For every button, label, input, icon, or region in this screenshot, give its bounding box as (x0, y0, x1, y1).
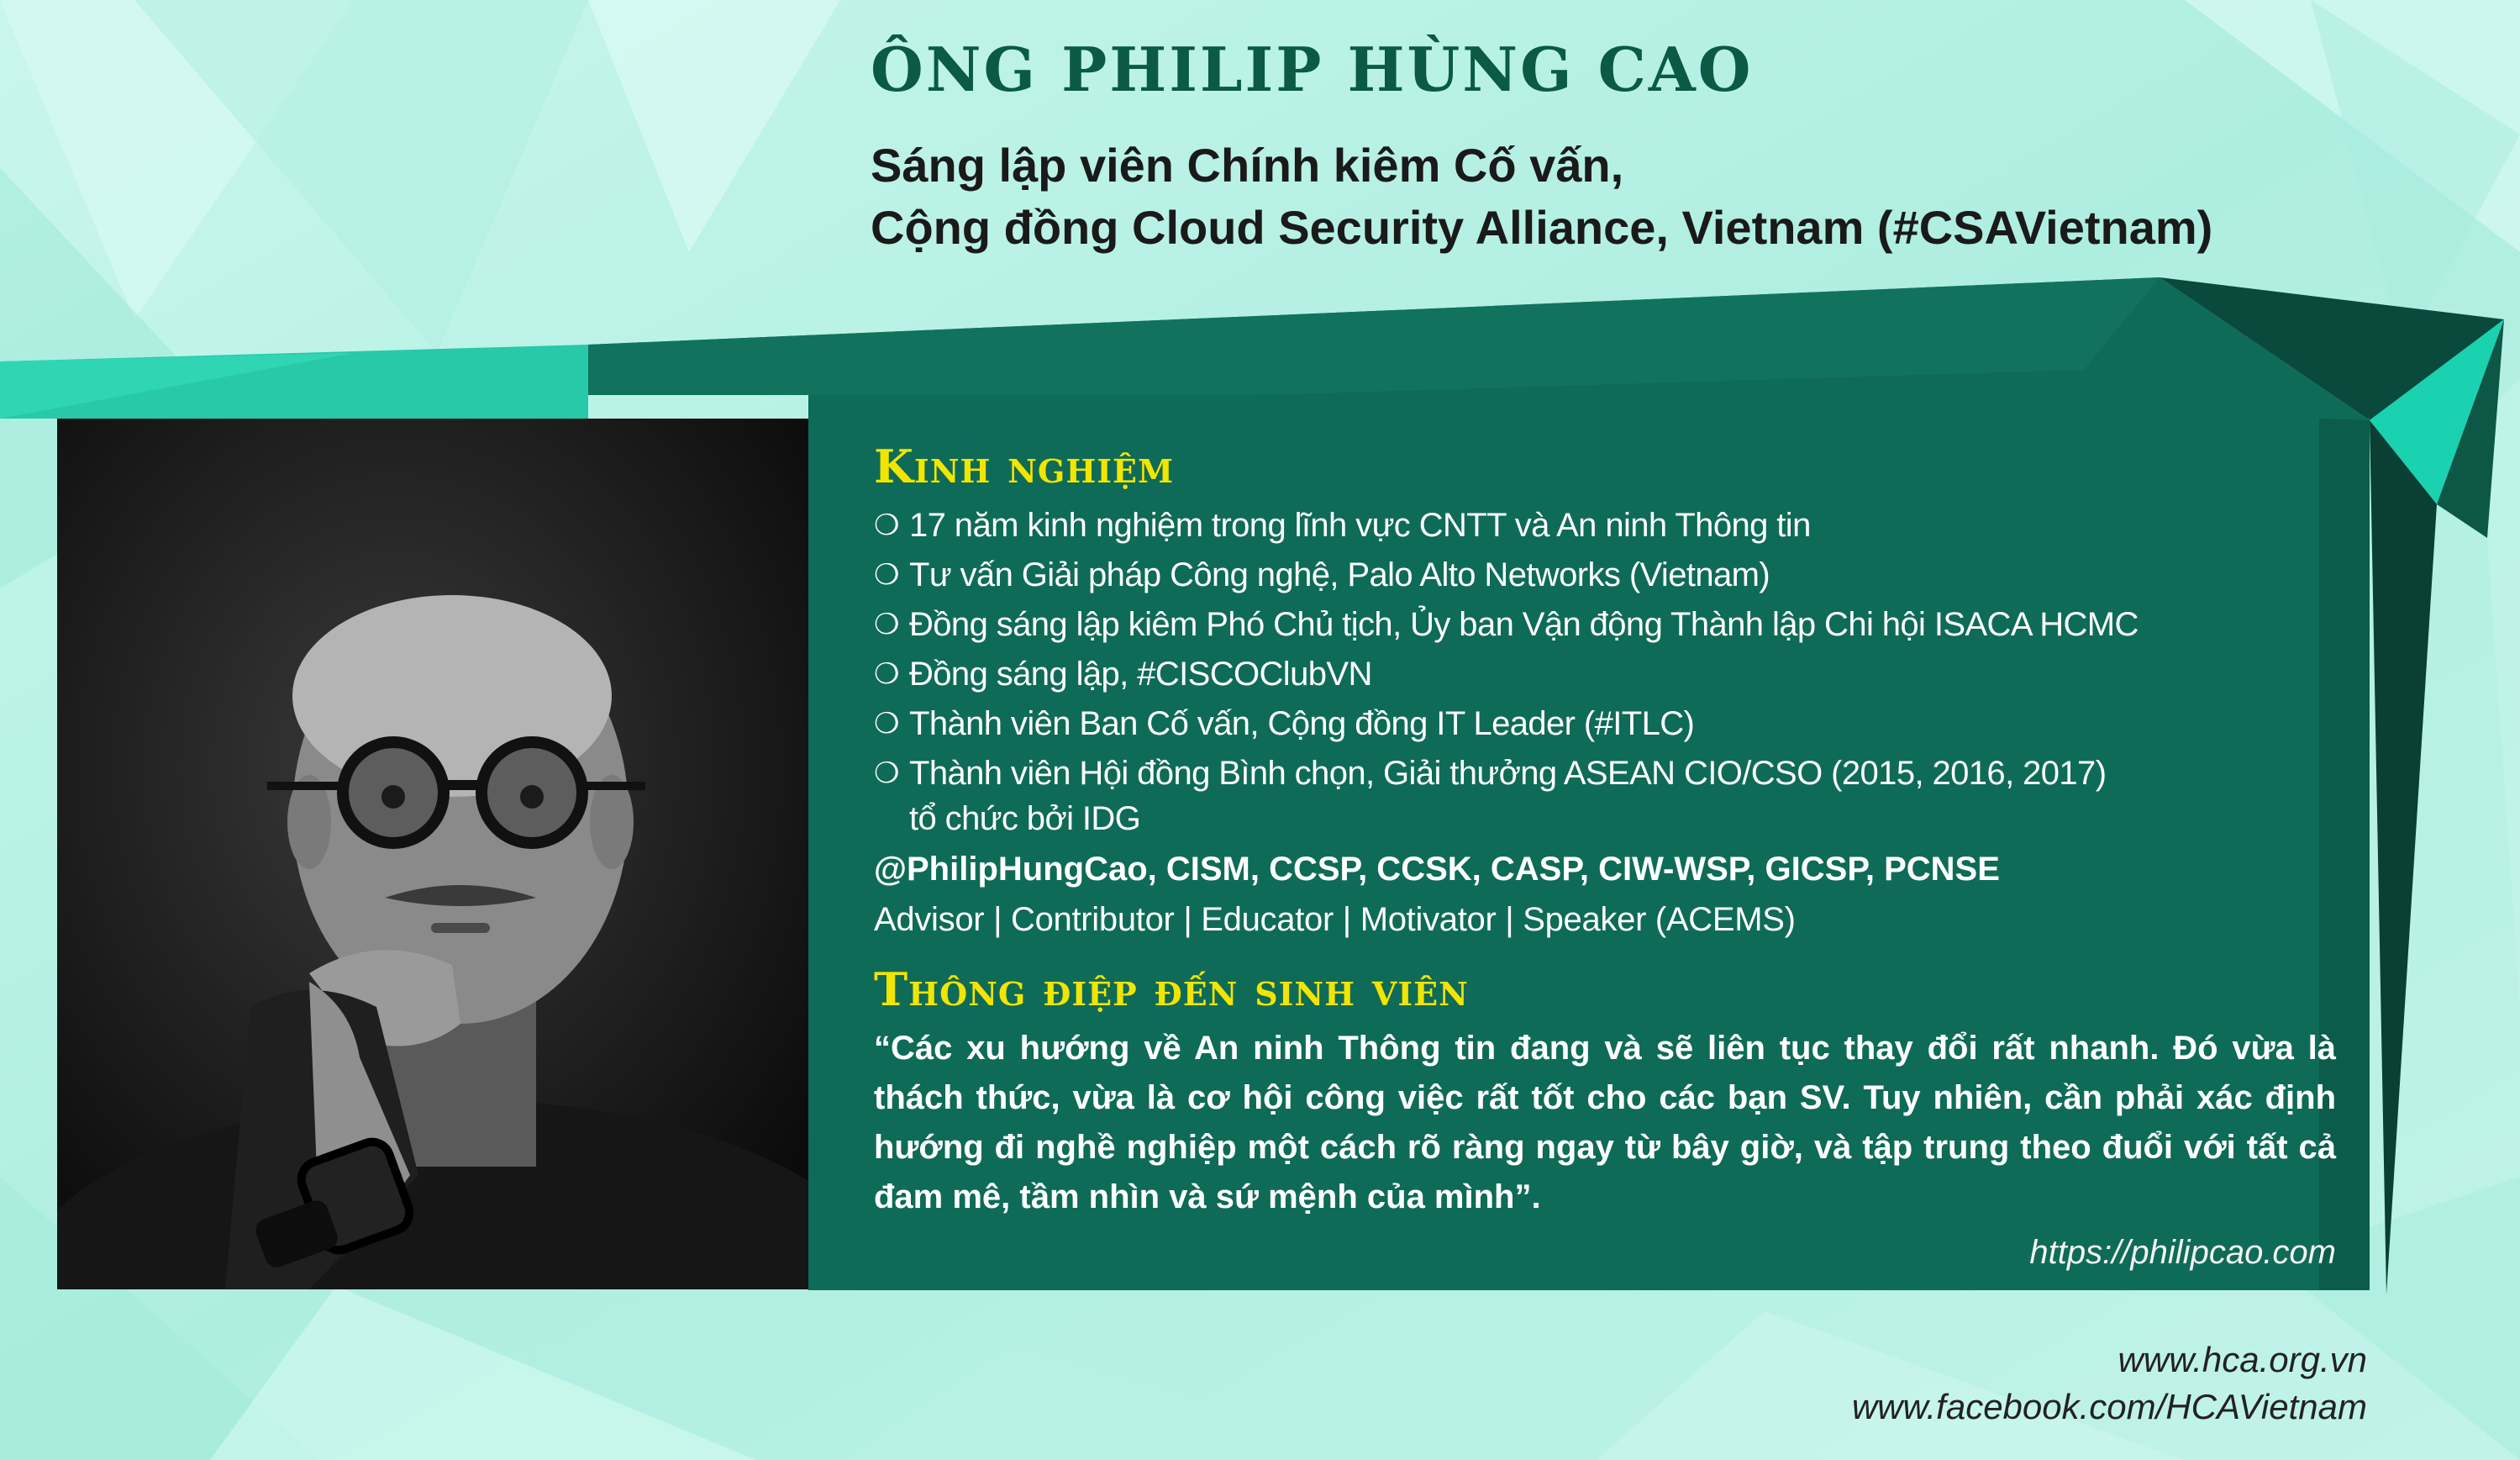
experience-list: ❍ 17 năm kinh nghiệm trong lĩnh vực CNTT … (874, 501, 2336, 839)
footer-links: www.hca.org.vn www.facebook.com/HCAVietn… (1852, 1336, 2367, 1431)
person-subtitle: Sáng lập viên Chính kiêm Cố vấn, Cộng đồ… (871, 134, 2212, 259)
circle-bullet-icon: ❍ (874, 559, 899, 591)
list-item: ❍ Đồng sáng lập, #CISCOClubVN (874, 650, 2336, 699)
circle-bullet-icon: ❍ (874, 609, 899, 640)
subtitle-line-1: Sáng lập viên Chính kiêm Cố vấn, (871, 139, 1624, 192)
list-item: ❍ Thành viên Hội đồng Bình chọn, Giải thư… (874, 749, 2336, 839)
experience-item-text: 17 năm kinh nghiệm trong lĩnh vực CNTT v… (909, 507, 1811, 544)
experience-heading: Kinh nghiệm (874, 440, 1175, 493)
portrait-photo (57, 595, 808, 1289)
certifications-handle: @PhilipHungCao, CISM, CCSP, CCSK, CASP, … (874, 851, 2000, 888)
circle-bullet-icon: ❍ (874, 757, 899, 789)
experience-item-text: Tư vấn Giải pháp Công nghệ, Palo Alto Ne… (909, 556, 1770, 593)
personal-website-link[interactable]: https://philipcao.com (874, 1227, 2336, 1278)
circle-bullet-icon: ❍ (874, 708, 899, 740)
experience-item-text: Đồng sáng lập kiêm Phó Chủ tịch, Ủy ban … (909, 606, 2139, 643)
facebook-link[interactable]: www.facebook.com/HCAVietnam (1852, 1384, 2367, 1431)
experience-item-text: Đồng sáng lập, #CISCOClubVN (909, 656, 1372, 693)
info-panel: Kinh nghiệm ❍ 17 năm kinh nghiệm trong lĩ… (874, 437, 2336, 1278)
circle-bullet-icon: ❍ (874, 509, 899, 541)
list-item: ❍ 17 năm kinh nghiệm trong lĩnh vực CNTT … (874, 501, 2336, 551)
list-item: ❍ Đồng sáng lập kiêm Phó Chủ tịch, Ủy ban… (874, 600, 2336, 650)
experience-item-text: Thành viên Hội đồng Bình chọn, Giải thưở… (909, 755, 2107, 792)
experience-item-continuation: tổ chức bởi IDG (909, 800, 1141, 837)
person-name: ÔNG PHILIP HÙNG CAO (871, 34, 1754, 105)
student-message-quote: “Các xu hướng về An ninh Thông tin đang … (874, 1030, 2336, 1215)
experience-item-text: Thành viên Ban Cố vấn, Cộng đồng IT Lead… (909, 705, 1695, 742)
subtitle-line-2: Cộng đồng Cloud Security Alliance, Vietn… (871, 201, 2213, 254)
list-item: ❍ Tư vấn Giải pháp Công nghệ, Palo Alto N… (874, 551, 2336, 600)
roles-line: Advisor | Contributor | Educator | Motiv… (874, 901, 1796, 938)
list-item: ❍ Thành viên Ban Cố vấn, Cộng đồng IT Lea… (874, 699, 2336, 749)
org-website-link[interactable]: www.hca.org.vn (1852, 1336, 2367, 1384)
circle-bullet-icon: ❍ (874, 658, 899, 690)
message-heading: Thông điệp đến sinh viên (874, 962, 1469, 1016)
